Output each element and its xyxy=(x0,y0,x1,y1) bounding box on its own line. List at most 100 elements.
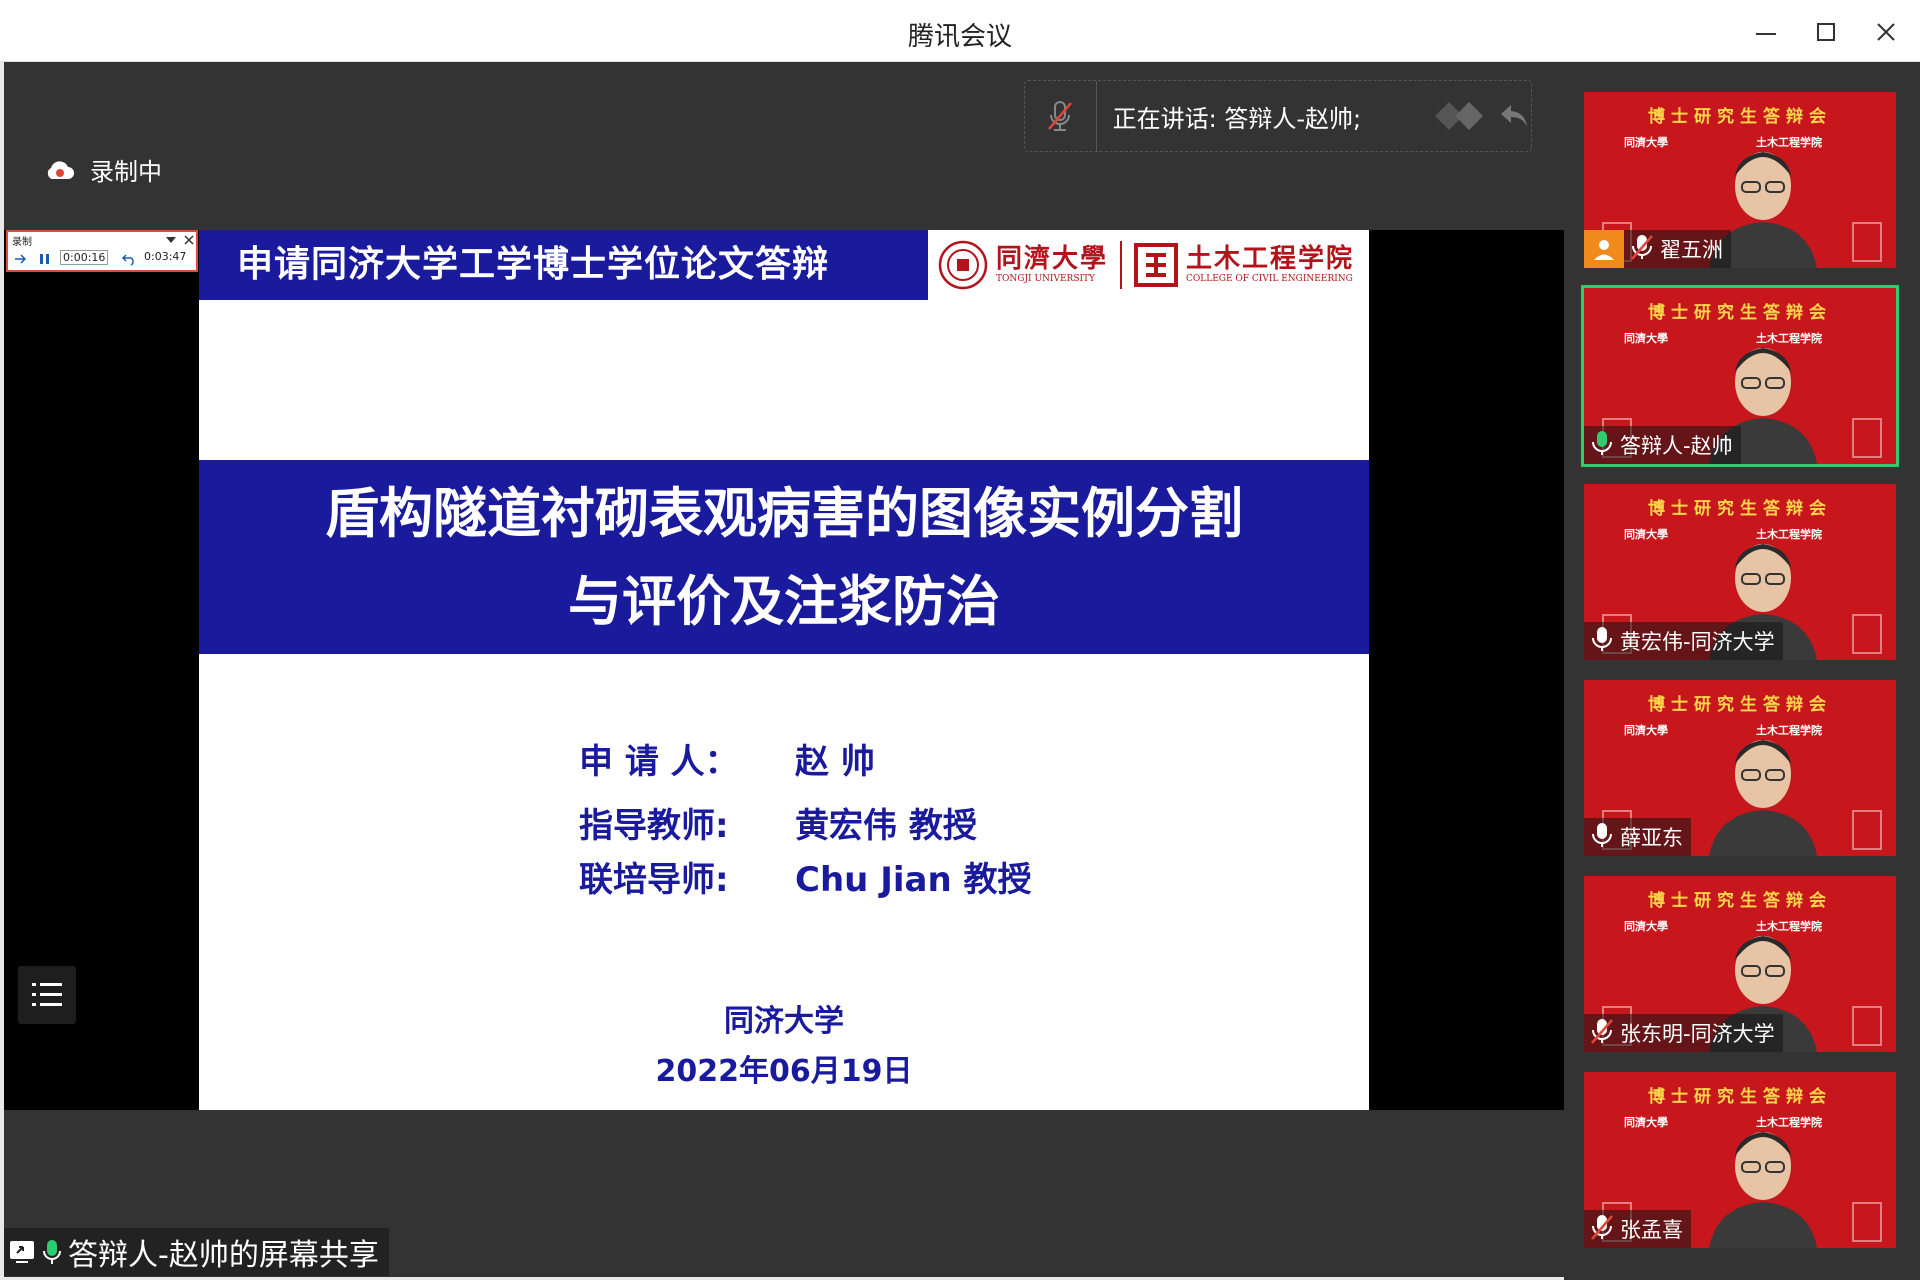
backdrop-decoration xyxy=(1852,614,1882,654)
participant-name-tag: 薛亚东 xyxy=(1584,818,1691,856)
participant-name: 黄宏伟-同济大学 xyxy=(1620,630,1775,654)
maximize-button[interactable] xyxy=(1804,12,1848,52)
close-icon xyxy=(1877,23,1895,41)
tile-banner: 博士研究生答辩会 xyxy=(1648,499,1832,519)
slide-header: 申请同济大学工学博士学位论文答辩 xyxy=(199,230,928,300)
participant-video xyxy=(1709,740,1817,856)
screen-share-icon xyxy=(10,1241,34,1263)
mic-muted-icon xyxy=(1048,101,1073,131)
backdrop-decoration xyxy=(1852,810,1882,850)
tile-logo-left: 同濟大學 xyxy=(1624,724,1668,737)
applicant-label: 申 请 人： xyxy=(579,742,739,782)
pause-icon[interactable] xyxy=(38,252,52,266)
recorder-elapsed: 0:00:16 xyxy=(60,250,109,265)
slide-logos: 同濟大學 TONGJI UNIVERSITY 土木工程学院 COLLEGE OF… xyxy=(928,230,1369,300)
civil-college-mark-icon xyxy=(1134,243,1179,287)
backdrop-decoration xyxy=(1852,1202,1882,1242)
applicant-value: 赵 帅 xyxy=(795,742,875,782)
mic-muted-icon xyxy=(1590,1213,1614,1246)
presentation-slide: 申请同济大学工学博士学位论文答辩 同濟大學 TONGJI UNIVERSITY xyxy=(199,230,1369,1110)
recorder-total: 0:03:47 xyxy=(144,250,187,263)
advisor-value: 黄宏伟 教授 xyxy=(795,806,977,846)
participant-name-tag: 张孟喜 xyxy=(1584,1210,1691,1248)
close-button[interactable] xyxy=(1864,12,1908,52)
minimize-button[interactable] xyxy=(1744,12,1788,52)
slide-date: 2022年06月19日 xyxy=(655,1054,913,1089)
tongji-logo-text: 同濟大學 xyxy=(996,244,1109,274)
dropdown-icon[interactable] xyxy=(164,235,178,245)
participant-name: 答辩人-赵帅 xyxy=(1620,434,1733,458)
close-recorder-icon[interactable] xyxy=(184,235,194,245)
participant-tile[interactable]: 博士研究生答辩会 同濟大學 土木工程学院 张孟喜 xyxy=(1584,1072,1896,1248)
participant-name: 张孟喜 xyxy=(1620,1218,1683,1242)
title-bar: 腾讯会议 xyxy=(0,0,1920,62)
mic-icon xyxy=(1590,625,1614,658)
undo-icon[interactable] xyxy=(122,252,136,266)
list-menu-icon xyxy=(32,983,62,1006)
mute-toggle[interactable] xyxy=(1025,81,1097,151)
mic-muted-icon xyxy=(1630,233,1654,266)
tile-banner: 博士研究生答辩会 xyxy=(1648,695,1832,715)
user-avatar-icon xyxy=(1584,230,1624,268)
slide-menu-button[interactable] xyxy=(18,966,76,1024)
recording-mini-player[interactable]: 录制 0:00:16 0:03:47 xyxy=(6,230,198,272)
tile-logo-left: 同濟大學 xyxy=(1624,332,1668,345)
slide-title-line-1: 盾构隧道衬砌表观病害的图像实例分割 xyxy=(325,482,1243,545)
tile-logo-left: 同濟大學 xyxy=(1624,136,1668,149)
participant-name-tag: 张东明-同济大学 xyxy=(1584,1014,1783,1052)
participant-tile[interactable]: 博士研究生答辩会 同濟大學 土木工程学院 黄宏伟-同济大学 xyxy=(1584,484,1896,660)
mic-icon xyxy=(1590,821,1614,854)
slide-title-band: 盾构隧道衬砌表观病害的图像实例分割 与评价及注浆防治 xyxy=(199,460,1369,654)
meeting-main-area: 录制中 正在讲话: 答辩人-赵帅; 申请同济大学工学博士学位论文答辩 同濟大學 … xyxy=(4,62,1564,1277)
mic-active-icon xyxy=(43,1240,61,1264)
layout-switch-icon xyxy=(1435,102,1483,130)
participant-name: 薛亚东 xyxy=(1620,826,1683,850)
civil-college-logo-en: COLLEGE OF CIVIL ENGINEERING xyxy=(1186,274,1353,284)
participant-name-tag: 答辩人-赵帅 xyxy=(1584,426,1741,464)
minimize-icon xyxy=(1756,33,1776,35)
tongji-logo-en: TONGJI UNIVERSITY xyxy=(996,274,1095,284)
logo-divider xyxy=(1120,241,1123,289)
recorder-title: 录制 xyxy=(12,237,32,248)
backdrop-decoration xyxy=(1852,1006,1882,1046)
backdrop-decoration xyxy=(1852,222,1882,262)
mic-icon xyxy=(1590,429,1614,462)
participant-tile[interactable]: 博士研究生答辩会 同濟大學 土木工程学院 翟五洲 xyxy=(1584,92,1896,268)
tile-logo-left: 同濟大學 xyxy=(1624,920,1668,933)
tile-banner: 博士研究生答辩会 xyxy=(1648,891,1832,911)
arrow-right-icon xyxy=(15,254,27,264)
participant-tile[interactable]: 博士研究生答辩会 同濟大學 土木工程学院 张东明-同济大学 xyxy=(1584,876,1896,1052)
coadvisor-row: 联培导师: Chu Jian 教授 xyxy=(579,852,1032,901)
mic-muted-icon xyxy=(1590,1017,1614,1050)
cloud-record-icon xyxy=(47,160,74,179)
participant-tile[interactable]: 博士研究生答辩会 同濟大學 土木工程学院 薛亚东 xyxy=(1584,680,1896,856)
participant-tile[interactable]: 博士研究生答辩会 同濟大學 土木工程学院 答辩人-赵帅 xyxy=(1581,285,1899,467)
backdrop-decoration xyxy=(1852,418,1882,458)
participant-video xyxy=(1709,1132,1817,1248)
window-title: 腾讯会议 xyxy=(907,22,1012,52)
advisor-row: 指导教师: 黄宏伟 教授 xyxy=(579,798,977,847)
back-arrow-icon xyxy=(1501,105,1527,127)
screen-share-text: 答辩人-赵帅的屏幕共享 xyxy=(68,1238,379,1273)
coadvisor-label: 联培导师: xyxy=(579,860,729,900)
participant-name: 翟五洲 xyxy=(1660,238,1723,262)
recording-indicator[interactable]: 录制中 xyxy=(44,152,162,187)
applicant-row: 申 请 人： 赵 帅 xyxy=(579,734,875,783)
shared-screen-stage: 申请同济大学工学博士学位论文答辩 同濟大學 TONGJI UNIVERSITY xyxy=(4,230,1564,1110)
maximize-icon xyxy=(1817,23,1835,41)
participant-name: 张东明-同济大学 xyxy=(1620,1022,1775,1046)
tongji-seal-icon xyxy=(938,240,988,290)
screen-share-label: 答辩人-赵帅的屏幕共享 xyxy=(4,1228,389,1276)
recording-label: 录制中 xyxy=(90,158,162,186)
participant-name-tag: 翟五洲 xyxy=(1584,230,1731,268)
slide-title-line-2: 与评价及注浆防治 xyxy=(568,570,1000,633)
tile-logo-left: 同濟大學 xyxy=(1624,528,1668,541)
speaking-text: 正在讲话: 答辩人-赵帅; xyxy=(1112,104,1362,133)
speaking-bar: 正在讲话: 答辩人-赵帅; xyxy=(1024,80,1532,152)
participant-name-tag: 黄宏伟-同济大学 xyxy=(1584,622,1783,660)
tile-logo-left: 同濟大學 xyxy=(1624,1116,1668,1129)
tile-banner: 博士研究生答辩会 xyxy=(1648,1087,1832,1107)
view-controls xyxy=(1433,96,1531,136)
advisor-label: 指导教师: xyxy=(579,806,729,846)
slide-university: 同济大学 xyxy=(724,1004,844,1039)
